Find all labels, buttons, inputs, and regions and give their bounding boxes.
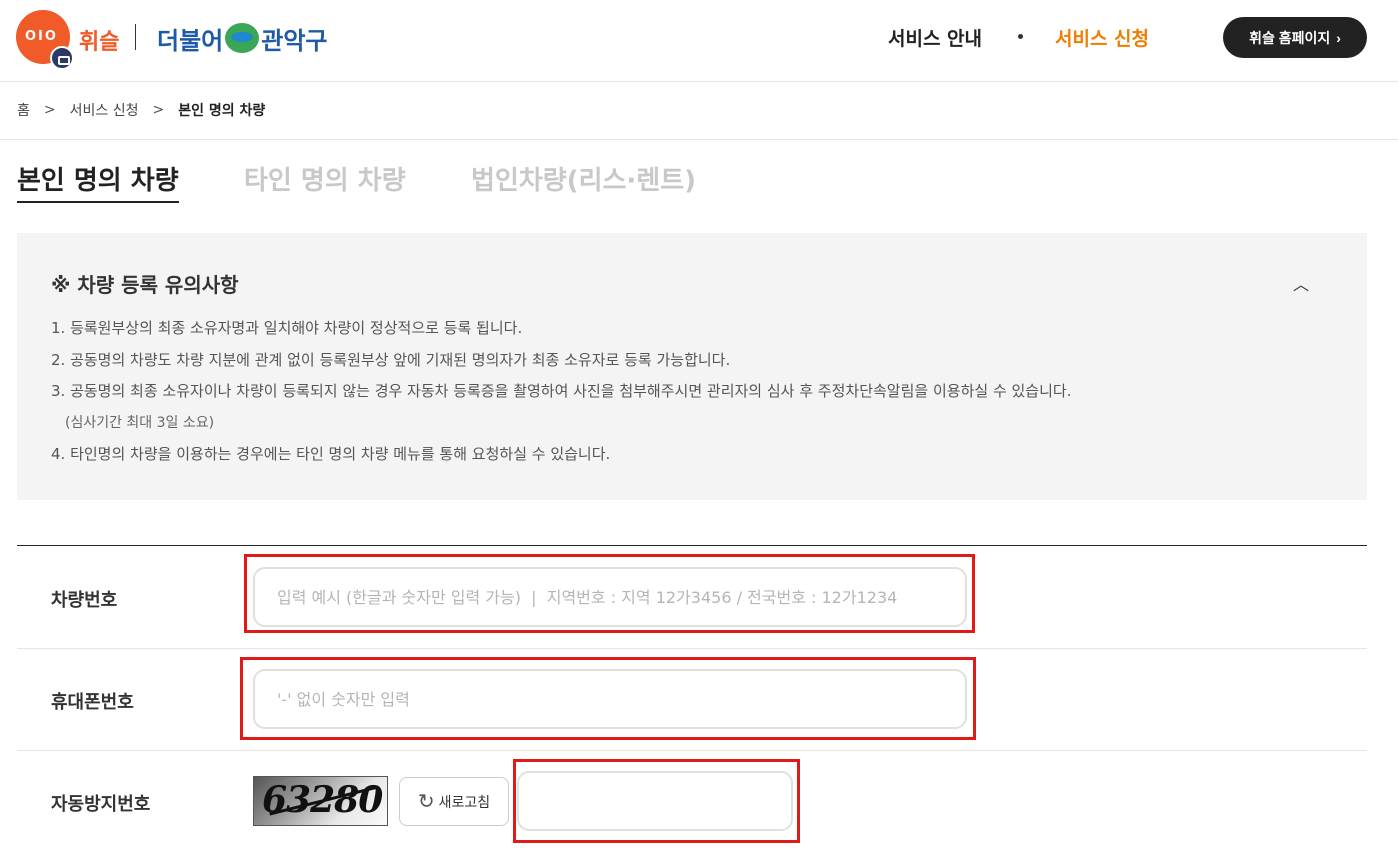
captcha-refresh-button[interactable]: ↻ 새로고침 xyxy=(399,777,509,826)
breadcrumb-home[interactable]: 홈 xyxy=(17,100,30,120)
site-header: OIO 휘슬 더불어 관악구 서비스 안내 서비스 신청 휘슬 홈페이지 › xyxy=(0,0,1398,82)
notice-item: 1. 등록원부상의 최종 소유자명과 일치해야 차량이 정상적으로 등록 됩니다… xyxy=(51,319,523,337)
notice-title: ※ 차량 등록 유의사항 xyxy=(51,273,239,297)
breadcrumb: 홈 > 서비스 신청 > 본인 명의 차량 xyxy=(17,100,265,120)
breadcrumb-service-apply[interactable]: 서비스 신청 xyxy=(70,100,139,120)
notice-item: 3. 공동명의 최종 소유자이나 차량이 등록되지 않는 경우 자동차 등록증을… xyxy=(51,382,1072,400)
notice-item: 2. 공동명의 차량도 차량 지분에 관계 없이 등록원부상 앞에 기재된 명의… xyxy=(51,350,731,369)
notice-item-note: (심사기간 최대 3일 소요) xyxy=(65,414,215,431)
row-divider xyxy=(17,648,1367,649)
captcha-image: 63280 xyxy=(253,776,388,826)
gwanak-logo[interactable]: 더불어 관악구 xyxy=(157,16,328,60)
notice-list: 1. 등록원부상의 최종 소유자명과 일치해야 차량이 정상적으로 등록 됩니다… xyxy=(51,313,1071,471)
refresh-label: 새로고침 xyxy=(438,793,491,810)
nav-service-info[interactable]: 서비스 안내 xyxy=(888,24,982,51)
form-top-border xyxy=(17,545,1367,546)
nav-separator-dot xyxy=(1018,34,1023,39)
home-button-label: 휘슬 홈페이지 xyxy=(1249,29,1331,46)
phone-number-input[interactable] xyxy=(253,669,967,729)
vehicle-number-label: 차량번호 xyxy=(51,590,118,611)
phone-number-label: 휴대폰번호 xyxy=(51,692,134,713)
whistle-logo-icon[interactable]: OIO xyxy=(16,10,74,70)
breadcrumb-divider xyxy=(0,139,1398,140)
chevron-up-icon[interactable]: ︿ xyxy=(1289,271,1313,295)
chevron-right-icon: > xyxy=(152,102,165,118)
logo-text[interactable]: 휘슬 xyxy=(79,24,119,56)
gwanak-logo-right: 관악구 xyxy=(261,26,328,55)
tab-corporate-vehicle[interactable]: 법인차량(리스·렌트) xyxy=(471,160,696,197)
registration-notice: ※ 차량 등록 유의사항 ︿ 1. 등록원부상의 최종 소유자명과 일치해야 차… xyxy=(17,233,1367,500)
captcha-input[interactable] xyxy=(517,771,793,831)
gwanak-swoosh-icon xyxy=(225,23,260,53)
tab-other-vehicle[interactable]: 타인 명의 차량 xyxy=(244,160,406,197)
gwanak-logo-left: 더불어 xyxy=(157,26,224,55)
refresh-icon: ↻ xyxy=(417,791,435,813)
vehicle-number-input[interactable] xyxy=(253,567,967,627)
chevron-right-icon: > xyxy=(43,102,56,118)
chat-bubble-icon xyxy=(50,46,74,70)
nav-service-apply[interactable]: 서비스 신청 xyxy=(1055,24,1149,51)
captcha-label: 자동방지번호 xyxy=(51,794,151,815)
tab-own-vehicle[interactable]: 본인 명의 차량 xyxy=(17,160,179,203)
chevron-right-icon: › xyxy=(1336,29,1341,46)
notice-item: 4. 타인명의 차량을 이용하는 경우에는 타인 명의 차량 메뉴를 통해 요청… xyxy=(51,445,611,463)
logo-icon-text: OIO xyxy=(25,29,58,44)
breadcrumb-current: 본인 명의 차량 xyxy=(178,103,266,119)
row-divider xyxy=(17,750,1367,751)
logo-divider xyxy=(135,24,136,50)
whistle-home-button[interactable]: 휘슬 홈페이지 › xyxy=(1223,17,1367,58)
